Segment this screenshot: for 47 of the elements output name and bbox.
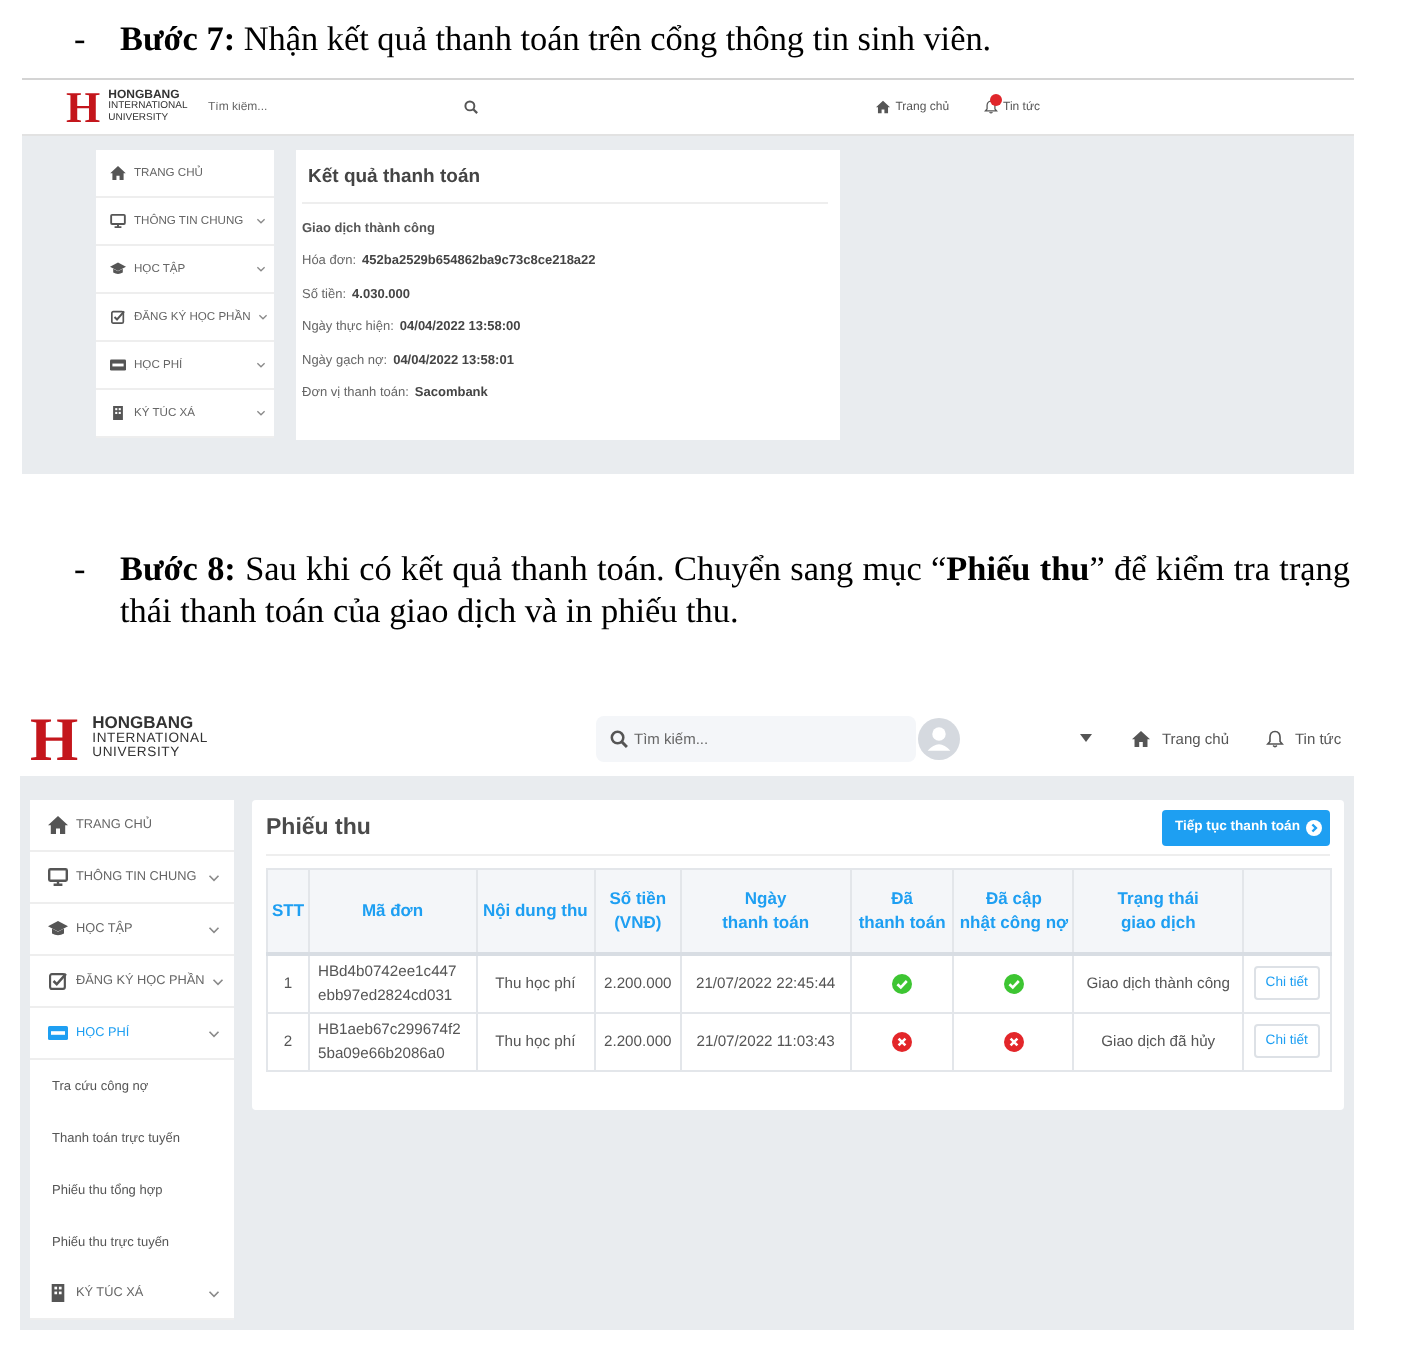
bell-icon bbox=[983, 100, 998, 114]
monitor-icon bbox=[48, 868, 68, 886]
home-icon bbox=[48, 816, 68, 834]
arrow-circle-icon bbox=[1306, 819, 1322, 835]
logo-name: HONGBANG bbox=[92, 714, 194, 733]
search-icon bbox=[464, 100, 478, 114]
list-marker: - bbox=[74, 18, 88, 60]
column-header: Nội dung thu bbox=[476, 869, 595, 953]
panel-title: Kết quả thanh toán bbox=[308, 165, 481, 187]
chevron-down-icon bbox=[208, 1029, 220, 1037]
card-icon bbox=[48, 1024, 68, 1042]
search-icon bbox=[610, 729, 628, 747]
building-icon bbox=[48, 1284, 68, 1302]
panel-title: Phiếu thu bbox=[266, 815, 371, 839]
column-header: Ngày thanh toán bbox=[680, 869, 851, 953]
chevron-down-icon bbox=[256, 410, 266, 416]
chevron-down-icon bbox=[208, 1289, 220, 1297]
chevron-down-icon bbox=[208, 873, 220, 881]
column-header: Trạng thái giao dịch bbox=[1073, 869, 1243, 953]
building-icon bbox=[110, 406, 126, 420]
list-marker: - bbox=[74, 548, 88, 592]
bell-icon bbox=[1265, 729, 1283, 747]
caret-down-icon[interactable] bbox=[1080, 734, 1092, 742]
logo-mark: H bbox=[30, 707, 79, 769]
home-icon bbox=[1132, 729, 1150, 747]
step-text: Bước 7: Nhận kết quả thanh toán trên cổng thông tin sinh viên. bbox=[120, 18, 994, 60]
chevron-down-icon bbox=[208, 925, 220, 933]
column-header: Đã cập nhật công nợ bbox=[953, 869, 1074, 953]
column-header: STT bbox=[267, 869, 309, 953]
step-text: Bước 8: Sau khi có kết quả thanh toán. Chuyển sang mục “Phiếu thu” để kiểm tra trạng thái thanh toán của giao dịch và in phiếu thu. bbox=[120, 548, 1350, 632]
monitor-icon bbox=[110, 214, 126, 228]
graduation-cap-icon bbox=[48, 920, 68, 938]
graduation-cap-icon bbox=[110, 262, 126, 276]
chevron-down-icon bbox=[258, 314, 269, 320]
card-icon bbox=[110, 358, 126, 372]
chevron-down-icon bbox=[212, 977, 225, 985]
checkbox-icon bbox=[48, 972, 68, 990]
chevron-down-icon bbox=[256, 218, 266, 224]
logo-mark: H bbox=[66, 85, 101, 129]
column-header: Mã đơn bbox=[309, 869, 476, 953]
home-icon bbox=[110, 166, 126, 180]
column-header: Số tiền (VNĐ) bbox=[594, 869, 681, 953]
column-header: Đã thanh toán bbox=[850, 869, 954, 953]
chevron-down-icon bbox=[256, 266, 266, 272]
home-icon bbox=[875, 100, 890, 114]
checkbox-icon bbox=[110, 310, 126, 324]
chevron-down-icon bbox=[256, 362, 266, 368]
